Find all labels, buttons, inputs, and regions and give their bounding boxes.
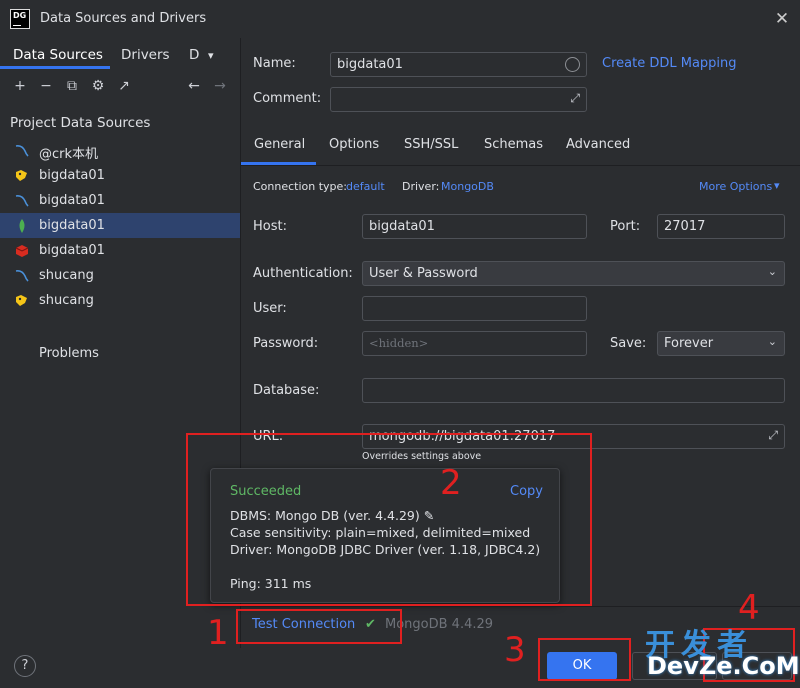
tab-general[interactable]: General [254,137,305,152]
save-label: Save: [610,336,647,351]
tab-overflow[interactable]: D [189,47,199,63]
port-field[interactable]: 27017 [657,214,785,239]
bottom-divider [241,606,800,607]
problems-item[interactable]: Problems [39,346,99,361]
tab-ssh-ssl[interactable]: SSH/SSL [404,137,458,152]
authentication-select[interactable]: User & Password ⌄ [362,261,785,286]
mysql-icon [15,195,29,207]
help-button[interactable]: ? [14,655,36,677]
tab-drivers[interactable]: Drivers [121,47,170,63]
port-label: Port: [610,219,641,234]
chevron-down-icon[interactable]: ▾ [774,179,780,192]
more-options-link[interactable]: More Options [699,180,772,193]
host-field[interactable]: bigdata01 [362,214,587,239]
annotation-number-1: 1 [207,613,229,653]
chevron-down-icon: ⌄ [767,265,777,278]
external-link-icon[interactable]: ↗ [114,76,134,96]
window-title: Data Sources and Drivers [40,11,207,26]
driver-link[interactable]: MongoDB [441,180,494,193]
annotation-number-3: 3 [504,630,526,670]
title-bar: DG Data Sources and Drivers ✕ [0,0,800,38]
add-icon[interactable]: + [10,76,30,96]
mysql-icon [15,145,29,157]
list-item[interactable]: shucang [0,288,240,313]
chevron-down-icon: ⌄ [767,335,777,348]
expand-icon[interactable]: ⤢ [768,428,778,443]
list-item[interactable]: @crk本机 [0,138,240,163]
tab-advanced[interactable]: Advanced [566,137,630,152]
database-label: Database: [253,383,320,398]
list-item[interactable]: bigdata01 [0,163,240,188]
user-label: User: [253,301,287,316]
watermark-en: DevZe.CoM [647,652,800,680]
database-field[interactable] [362,378,785,403]
list-item[interactable]: bigdata01 [0,238,240,263]
name-label: Name: [253,56,296,71]
annotation-box-3 [538,638,631,681]
hive-icon [16,295,27,306]
tab-data-sources[interactable]: Data Sources [13,47,103,63]
app-logo: DG [10,9,30,29]
list-item[interactable]: bigdata01 [0,213,240,238]
password-field[interactable]: <hidden> [362,331,587,356]
chevron-down-icon[interactable]: ▾ [208,49,214,62]
back-arrow-icon[interactable]: ← [184,76,204,96]
driver-label: Driver: [402,180,440,193]
name-field[interactable]: bigdata01 [330,52,587,77]
create-ddl-mapping-link[interactable]: Create DDL Mapping [602,56,737,71]
comment-field[interactable]: ⤢ [330,87,587,112]
password-label: Password: [253,336,319,351]
user-field[interactable] [362,296,587,321]
connection-type-link[interactable]: default [346,180,385,193]
tab-options[interactable]: Options [329,137,379,152]
watermark: 开发者 DevZe.CoM [645,620,800,684]
list-item[interactable]: shucang [0,263,240,288]
mysql-icon [15,270,29,282]
list-item[interactable]: bigdata01 [0,188,240,213]
forward-arrow-icon[interactable]: → [210,76,230,96]
close-icon[interactable]: ✕ [772,9,792,29]
save-select[interactable]: Forever ⌄ [657,331,785,356]
settings-icon[interactable]: ⚙ [88,76,108,96]
redis-icon [15,245,29,257]
authentication-label: Authentication: [253,266,353,281]
tabs-divider [241,165,800,166]
comment-label: Comment: [253,91,322,106]
active-tab-indicator [0,66,110,69]
section-title: Project Data Sources [10,115,151,131]
color-circle-icon[interactable] [565,57,580,72]
mongodb-icon [19,219,25,233]
left-tabs: Data Sources Drivers D ▾ [0,38,240,70]
left-toolbar: + − ⧉ ⚙ ↗ ← → [0,76,240,100]
expand-icon[interactable]: ⤢ [570,91,580,106]
connection-type-label: Connection type: [253,180,348,193]
remove-icon[interactable]: − [36,76,56,96]
duplicate-icon[interactable]: ⧉ [62,76,82,96]
annotation-number-2: 2 [440,463,462,503]
host-label: Host: [253,219,287,234]
tab-schemas[interactable]: Schemas [484,137,543,152]
annotation-box-1 [236,609,402,644]
annotation-box-2 [186,433,592,606]
hive-icon [16,170,27,181]
